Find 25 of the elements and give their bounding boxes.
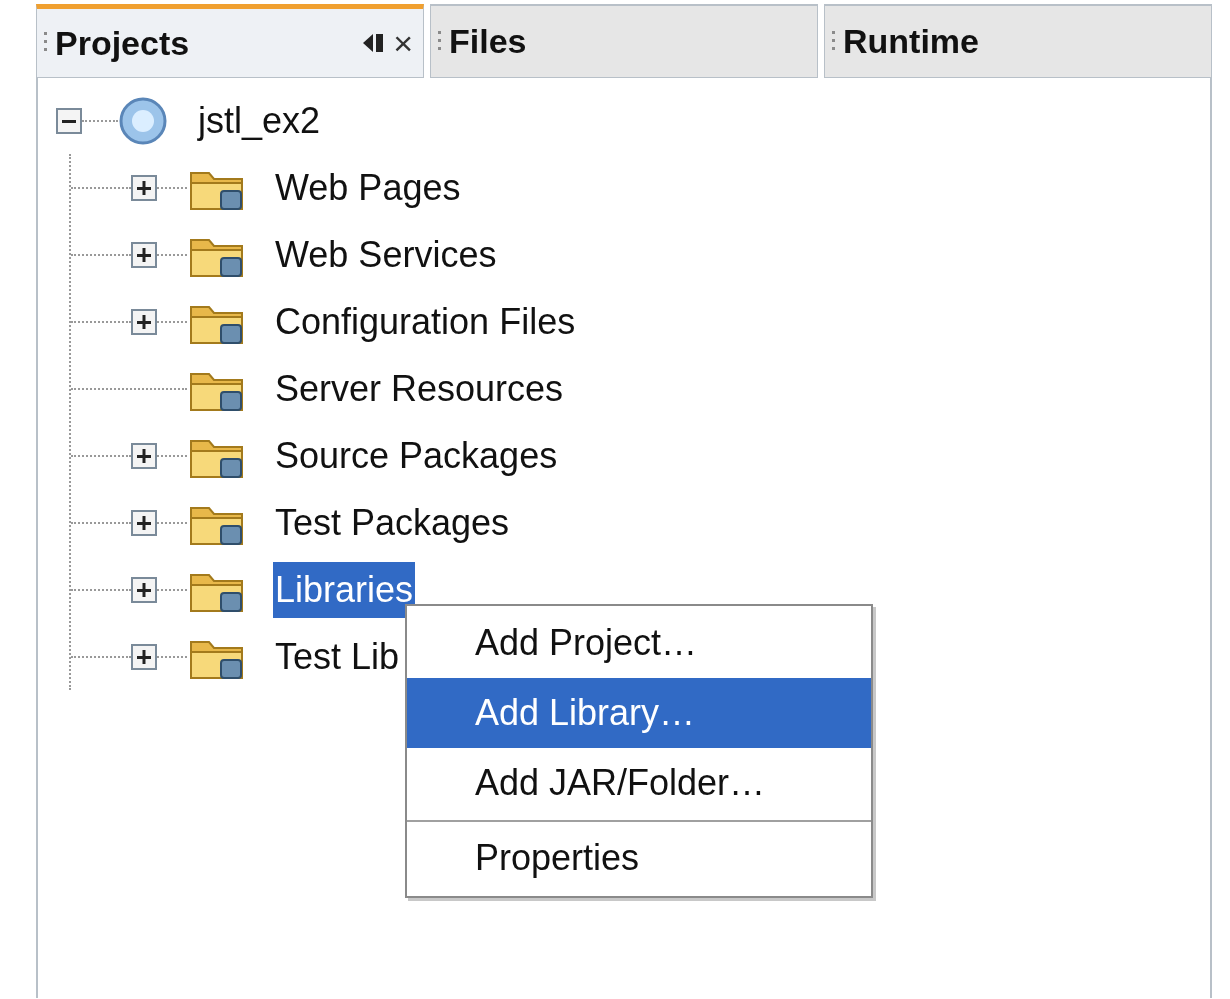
tree-item[interactable]: Server Resources — [273, 360, 566, 417]
tree-item[interactable]: jstl_ex2 — [196, 94, 323, 148]
tree-item[interactable]: Web Pages — [273, 159, 463, 216]
expand-icon[interactable] — [131, 241, 157, 268]
expand-icon[interactable] — [131, 576, 157, 603]
collapse-icon[interactable] — [56, 108, 82, 134]
expand-icon[interactable] — [131, 442, 157, 469]
tree-item[interactable]: Configuration Files — [273, 293, 578, 350]
menu-item[interactable]: Add JAR/Folder… — [407, 748, 871, 818]
expand-icon[interactable] — [131, 308, 157, 335]
expand-icon[interactable] — [131, 174, 157, 201]
tab[interactable]: Runtime — [824, 4, 1212, 78]
menu-item[interactable]: Properties — [407, 820, 871, 894]
project-icon — [118, 96, 168, 146]
expand-icon[interactable] — [131, 643, 157, 670]
tab[interactable]: Projects × — [36, 4, 424, 78]
tab[interactable]: Files — [430, 4, 818, 78]
expand-icon[interactable] — [131, 509, 157, 536]
tree-item[interactable]: Web Services — [273, 226, 499, 283]
close-button[interactable]: × — [393, 17, 413, 69]
tree-item[interactable]: Source Packages — [273, 427, 560, 484]
menu-item[interactable]: Add Library… — [407, 678, 871, 748]
tree-item[interactable]: Libraries — [273, 561, 416, 618]
tree-item[interactable]: Test Lib — [273, 628, 402, 685]
tree-item[interactable]: Test Packages — [273, 494, 512, 551]
